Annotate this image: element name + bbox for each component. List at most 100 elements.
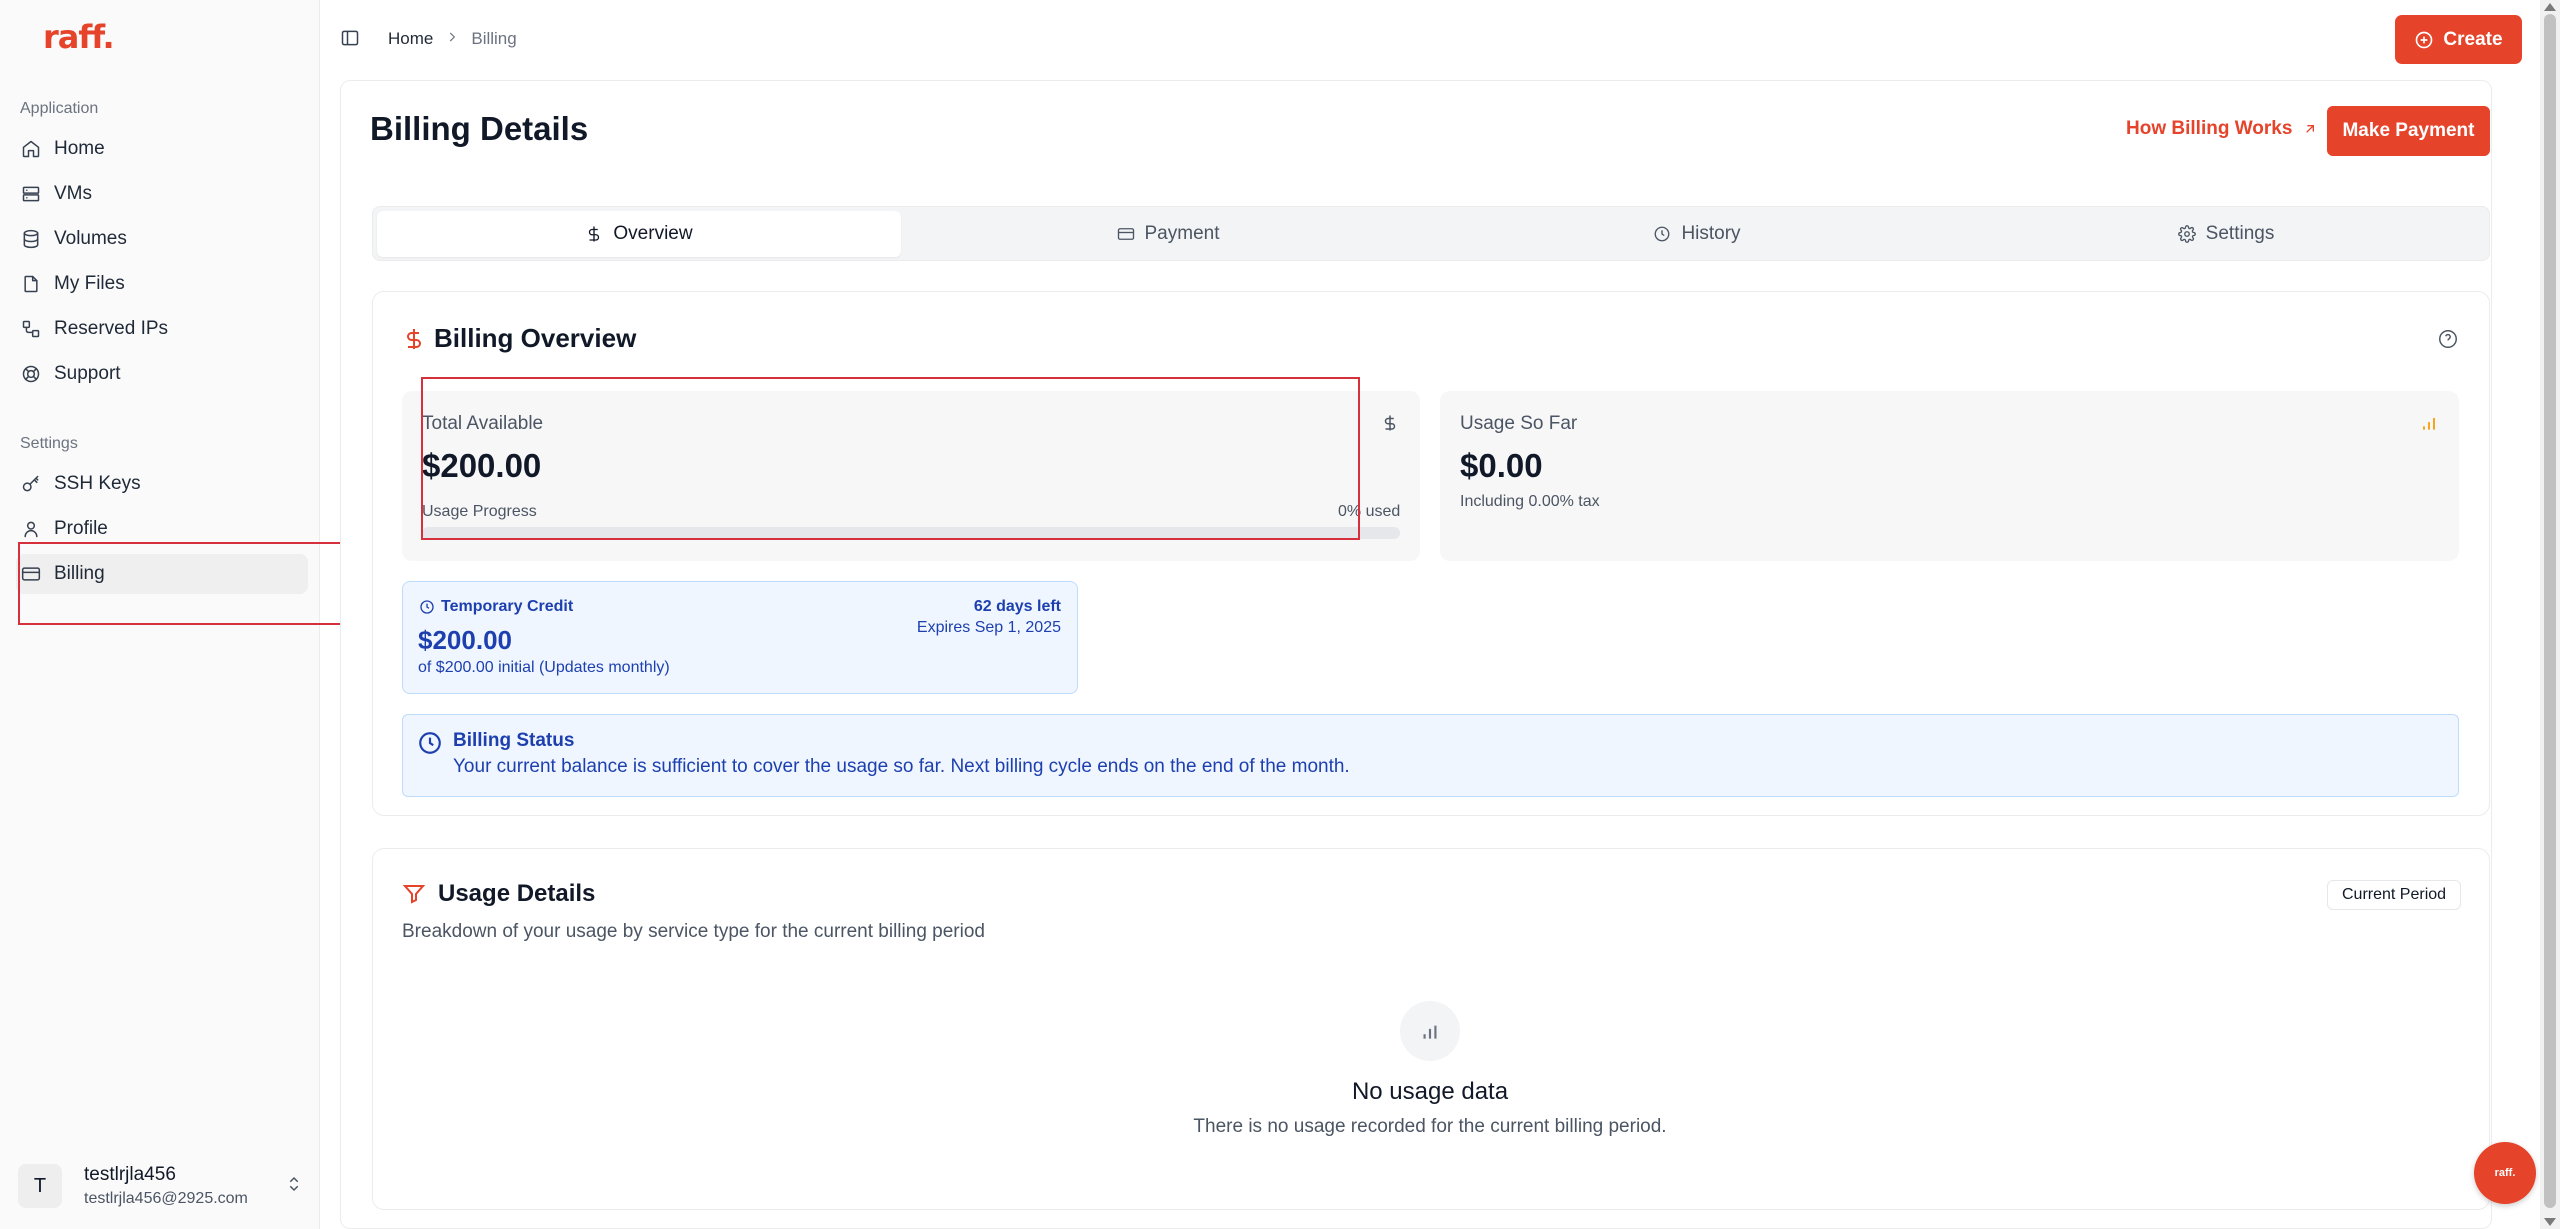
usage-details-title-text: Usage Details bbox=[438, 880, 596, 907]
usage-progress-label: Usage Progress bbox=[422, 503, 537, 520]
brand-logo[interactable]: raff. bbox=[43, 18, 115, 56]
tab-history[interactable]: History bbox=[1435, 211, 1959, 257]
page-scrollbar[interactable] bbox=[2540, 0, 2560, 1229]
app-root: raff. Application Home VMs Volumes My Fi… bbox=[0, 0, 2560, 1229]
user-name: testlrjla456 bbox=[84, 1164, 176, 1185]
plus-circle-icon bbox=[2416, 31, 2433, 48]
make-payment-button[interactable]: Make Payment bbox=[2327, 106, 2490, 156]
credit-amount: $200.00 bbox=[418, 625, 512, 655]
create-button[interactable]: Create bbox=[2395, 15, 2522, 64]
tab-label: Overview bbox=[613, 223, 693, 244]
user-menu[interactable]: T testlrjla456 testlrjla456@2925.com bbox=[18, 1158, 303, 1214]
billing-overview-title-text: Billing Overview bbox=[434, 323, 637, 353]
usage-progress-text: 0% used bbox=[1338, 503, 1401, 520]
sidebar-item-volumes[interactable]: Volumes bbox=[16, 219, 308, 259]
tab-overview[interactable]: Overview bbox=[377, 211, 901, 257]
usage-details-title: Usage Details bbox=[402, 880, 595, 908]
user-icon bbox=[20, 518, 42, 540]
sidebar-item-label: Volumes bbox=[54, 228, 127, 249]
dollar-icon bbox=[402, 325, 426, 353]
topbar: Home Billing bbox=[320, 0, 2540, 78]
how-billing-works-label: How Billing Works bbox=[2126, 118, 2293, 139]
tab-label: History bbox=[1681, 223, 1741, 244]
avatar: T bbox=[18, 1164, 62, 1208]
sidebar-item-label: My Files bbox=[54, 273, 125, 294]
clock-icon bbox=[417, 730, 443, 761]
tab-payment[interactable]: Payment bbox=[906, 211, 1430, 257]
sidebar-item-label: Profile bbox=[54, 518, 108, 539]
create-button-label: Create bbox=[2443, 28, 2503, 50]
chevron-right-icon bbox=[445, 29, 459, 49]
breadcrumb-current: Billing bbox=[471, 29, 517, 48]
credit-expiry: Expires Sep 1, 2025 bbox=[916, 619, 1061, 636]
key-icon bbox=[20, 473, 42, 495]
sidebar-item-ssh-keys[interactable]: SSH Keys bbox=[16, 464, 308, 504]
billing-tabs: Overview Payment History Settings bbox=[372, 206, 2490, 261]
home-icon bbox=[20, 138, 42, 160]
tab-label: Settings bbox=[2205, 223, 2275, 244]
usage-so-far-card bbox=[1440, 391, 2459, 561]
scroll-down-arrow[interactable] bbox=[2544, 1218, 2556, 1226]
sidebar-item-home[interactable]: Home bbox=[16, 129, 308, 169]
tab-label: Payment bbox=[1144, 223, 1220, 244]
nav-group-label-application: Application bbox=[20, 100, 99, 117]
sidebar-item-reserved-ips[interactable]: Reserved IPs bbox=[16, 309, 308, 349]
sidebar-item-billing[interactable]: Billing bbox=[16, 554, 308, 594]
user-email: testlrjla456@2925.com bbox=[84, 1190, 248, 1207]
current-period-badge: Current Period bbox=[2327, 880, 2462, 910]
help-circle-icon[interactable] bbox=[2437, 328, 2459, 350]
nav-group-label-settings: Settings bbox=[20, 435, 78, 452]
arrow-up-right-icon bbox=[2306, 125, 2315, 133]
sidebar-toggle-icon[interactable] bbox=[340, 28, 360, 48]
sidebar: raff. Application Home VMs Volumes My Fi… bbox=[0, 0, 320, 1229]
breadcrumb-home-link[interactable]: Home bbox=[388, 29, 433, 49]
sidebar-item-label: VMs bbox=[54, 183, 92, 204]
credit-card-icon bbox=[1117, 228, 1134, 240]
user-info: testlrjla456 testlrjla456@2925.com bbox=[84, 1164, 285, 1208]
billing-status-alert: Billing Status Your current balance is s… bbox=[402, 714, 2459, 797]
tab-settings[interactable]: Settings bbox=[1964, 211, 2488, 257]
bar-chart-icon bbox=[1400, 1001, 1460, 1061]
empty-state-message: There is no usage recorded for the curre… bbox=[1193, 1116, 1667, 1137]
server-icon bbox=[20, 183, 42, 205]
clock-icon bbox=[1655, 226, 1670, 242]
billing-status-message: Your current balance is sufficient to co… bbox=[453, 756, 1350, 777]
sidebar-item-my-files[interactable]: My Files bbox=[16, 264, 308, 304]
filter-icon bbox=[402, 882, 430, 906]
billing-status-title: Billing Status bbox=[453, 730, 575, 751]
how-billing-works-link[interactable]: How Billing Works bbox=[2126, 118, 2318, 140]
database-icon bbox=[20, 228, 42, 250]
gear-icon bbox=[2177, 225, 2196, 243]
sidebar-item-support[interactable]: Support bbox=[16, 354, 308, 394]
usage-progress-bar bbox=[422, 527, 1400, 539]
dollar-icon bbox=[589, 226, 600, 242]
clock-icon bbox=[419, 599, 435, 620]
network-icon bbox=[20, 318, 42, 340]
usage-details-subtitle: Breakdown of your usage by service type … bbox=[402, 921, 985, 942]
sidebar-item-label: Billing bbox=[54, 563, 105, 584]
bar-chart-icon bbox=[2419, 413, 2439, 438]
sidebar-item-label: Support bbox=[54, 363, 121, 384]
sidebar-item-label: Reserved IPs bbox=[54, 318, 169, 339]
chevrons-up-down-icon[interactable] bbox=[285, 1175, 303, 1198]
chat-launcher-button[interactable]: raff. bbox=[2474, 1142, 2536, 1204]
total-available-value: $200.00 bbox=[422, 447, 542, 484]
breadcrumb: Home Billing bbox=[388, 29, 517, 49]
usage-so-far-value: $0.00 bbox=[1460, 447, 1543, 484]
sidebar-item-profile[interactable]: Profile bbox=[16, 509, 308, 549]
credit-note: of $200.00 initial (Updates monthly) bbox=[418, 659, 670, 676]
scroll-up-arrow[interactable] bbox=[2544, 3, 2556, 11]
lifebuoy-icon bbox=[20, 363, 42, 385]
billing-overview-title: Billing Overview bbox=[402, 323, 636, 354]
scroll-thumb[interactable] bbox=[2544, 14, 2556, 1208]
page-title: Billing Details bbox=[370, 110, 589, 147]
usage-tax-note: Including 0.00% tax bbox=[1460, 493, 1600, 510]
dollar-icon bbox=[1381, 411, 1399, 440]
credit-card-icon bbox=[20, 563, 42, 585]
total-available-label: Total Available bbox=[422, 413, 544, 434]
temporary-credit-label: Temporary Credit bbox=[441, 598, 574, 615]
credit-days-left: 62 days left bbox=[973, 598, 1061, 615]
sidebar-item-label: Home bbox=[54, 138, 105, 159]
usage-so-far-label: Usage So Far bbox=[1460, 413, 1578, 434]
sidebar-item-vms[interactable]: VMs bbox=[16, 174, 308, 214]
